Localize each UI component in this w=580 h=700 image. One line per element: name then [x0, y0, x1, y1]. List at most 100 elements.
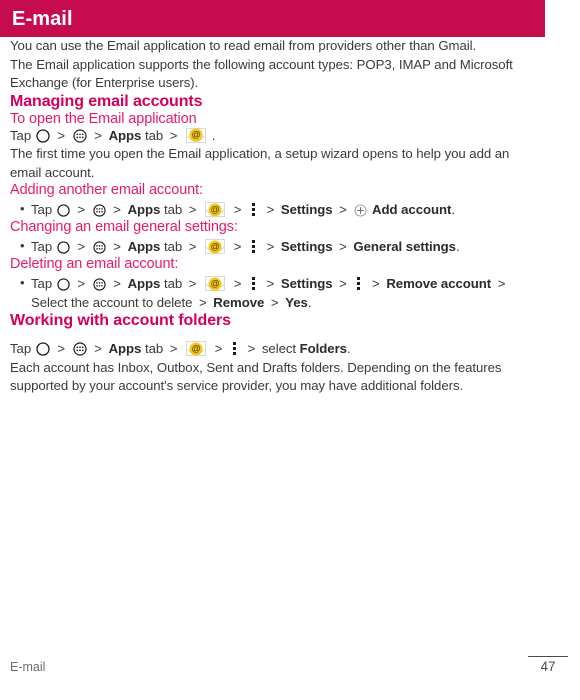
- deleting-account-steps-list: Tap > > Apps tab > @: [10, 273, 568, 312]
- overflow-menu-icon: [251, 277, 256, 290]
- tab-word: tab: [163, 276, 183, 291]
- tab-word: tab: [163, 239, 183, 254]
- step-account-folders: Tap > > Apps tab > @ > > select Folders.: [10, 340, 568, 359]
- separator-chevron: >: [94, 341, 102, 356]
- separator-chevron: >: [266, 276, 275, 291]
- select-word: select: [261, 341, 297, 356]
- separator-chevron: >: [266, 202, 275, 217]
- separator-chevron: >: [339, 239, 347, 254]
- manual-page: E-mail You can use the Email application…: [0, 0, 580, 700]
- separator-chevron: >: [113, 202, 121, 217]
- separator-chevron: >: [113, 276, 121, 291]
- apps-grid-icon: [73, 342, 87, 356]
- general-settings-bold-label: General settings: [353, 239, 456, 254]
- page-number: 47: [540, 659, 556, 674]
- at-glyph: @: [189, 128, 203, 142]
- apps-grid-icon: [93, 278, 106, 291]
- page-header-bar: E-mail: [0, 0, 545, 37]
- separator-chevron: >: [497, 276, 506, 291]
- separator-chevron: >: [233, 239, 242, 254]
- adding-account-steps-list: Tap > > Apps tab > @: [10, 199, 568, 219]
- page-title: E-mail: [12, 7, 73, 30]
- at-glyph: @: [208, 277, 222, 290]
- separator-chevron: >: [188, 276, 197, 291]
- tab-word: tab: [144, 127, 164, 143]
- apps-grid-icon: [93, 204, 106, 217]
- remove-bold-label: Remove: [213, 295, 265, 310]
- remove-account-bold-label: Remove account: [386, 276, 492, 291]
- intro-line-2: The Email application supports the follo…: [10, 56, 513, 72]
- step-open-email-application: Tap > > Apps tab > @ .: [10, 127, 568, 146]
- page-content: You can use the Email application to rea…: [0, 37, 580, 396]
- section-heading-managing-email-accounts: Managing email accounts: [10, 92, 203, 110]
- separator-chevron: >: [214, 341, 223, 356]
- list-item: Tap > > Apps tab > @: [10, 199, 568, 219]
- trailing-period: .: [451, 202, 455, 217]
- list-item: Tap > > Apps tab > @: [10, 236, 568, 256]
- subheading-changing-email-general-settings: Changing an email general settings:: [10, 219, 238, 235]
- separator-chevron: >: [339, 202, 347, 217]
- apps-tab-bold-label: Apps: [127, 276, 161, 291]
- separator-chevron: >: [233, 202, 242, 217]
- apps-tab-bold-label: Apps: [127, 202, 161, 217]
- tap-label: Tap: [31, 239, 53, 254]
- page-footer: E-mail 47: [0, 656, 580, 700]
- apps-grid-icon: [93, 241, 106, 254]
- intro-line-1: You can use the Email application to rea…: [10, 38, 477, 53]
- page-number-rule: [528, 656, 568, 657]
- separator-chevron: >: [77, 202, 86, 217]
- open-email-note: The first time you open the Email applic…: [10, 145, 568, 182]
- at-glyph: @: [208, 240, 222, 253]
- home-circle-icon: [57, 204, 70, 217]
- note-line-1: The first time you open the Email applic…: [10, 146, 510, 161]
- subheading-to-open-email-application: To open the Email application: [10, 110, 197, 127]
- separator-chevron: >: [57, 127, 66, 143]
- home-circle-icon: [57, 278, 70, 291]
- email-at-icon: @: [205, 202, 226, 217]
- separator-chevron: >: [198, 295, 207, 310]
- home-circle-icon: [36, 342, 50, 356]
- settings-bold-label: Settings: [280, 202, 333, 217]
- note-line-2: supported by your account's service prov…: [10, 378, 464, 393]
- separator-chevron: >: [77, 239, 86, 254]
- tap-label: Tap: [10, 341, 32, 356]
- trailing-period: .: [455, 239, 460, 254]
- intro-line-3: Exchange (for Enterprise users).: [10, 75, 199, 90]
- folders-bold-label: Folders: [299, 341, 347, 356]
- page-number-block: 47: [528, 656, 568, 674]
- changing-settings-steps-list: Tap > > Apps tab > @: [10, 236, 568, 256]
- section-heading-working-with-account-folders: Working with account folders: [10, 312, 231, 329]
- email-at-icon: @: [186, 127, 207, 143]
- overflow-menu-icon: [251, 240, 256, 253]
- settings-bold-label: Settings: [280, 276, 333, 291]
- settings-bold-label: Settings: [280, 239, 333, 254]
- apps-tab-bold-label: Apps: [108, 127, 142, 143]
- at-glyph: @: [189, 342, 203, 355]
- separator-chevron: >: [266, 239, 275, 254]
- separator-chevron: >: [188, 202, 197, 217]
- email-at-icon: @: [205, 239, 226, 254]
- add-account-bold-label: Add account: [372, 202, 452, 217]
- list-item: Tap > > Apps tab > @: [10, 273, 568, 312]
- apps-grid-icon: [73, 128, 87, 143]
- tab-word: tab: [144, 341, 164, 356]
- trailing-period: .: [346, 341, 351, 356]
- separator-chevron: >: [247, 341, 256, 356]
- subheading-adding-another-email-account: Adding another email account:: [10, 182, 203, 198]
- home-circle-icon: [57, 241, 70, 254]
- email-at-icon: @: [186, 341, 207, 356]
- separator-chevron: >: [339, 276, 347, 291]
- apps-tab-bold-label: Apps: [108, 341, 142, 356]
- intro-paragraph: You can use the Email application to rea…: [10, 37, 568, 93]
- home-circle-icon: [36, 128, 50, 143]
- overflow-menu-icon: [251, 203, 256, 216]
- trailing-period: .: [211, 127, 216, 143]
- subheading-deleting-an-email-account: Deleting an email account:: [10, 256, 179, 272]
- separator-chevron: >: [57, 341, 66, 356]
- select-account-text: Select the account to delete: [31, 295, 193, 310]
- account-folders-note: Each account has Inbox, Outbox, Sent and…: [10, 359, 568, 396]
- tap-label: Tap: [31, 276, 53, 291]
- overflow-menu-icon: [232, 342, 237, 355]
- separator-chevron: >: [188, 239, 197, 254]
- tab-word: tab: [163, 202, 183, 217]
